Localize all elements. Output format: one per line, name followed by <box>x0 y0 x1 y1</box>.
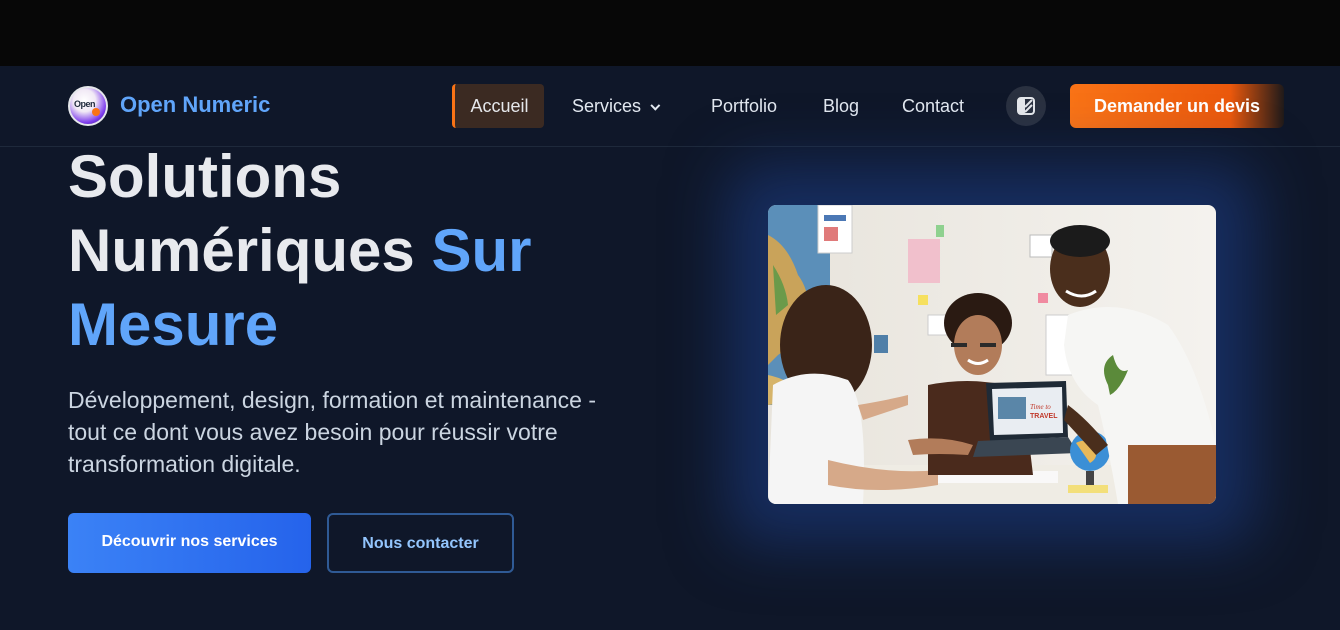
hero-title-line2: Numériques <box>68 217 415 284</box>
laptop-text-2: TRAVEL <box>1030 413 1058 420</box>
hero-title-line1: Solutions <box>68 143 342 210</box>
hero-title-accent-1: Sur <box>431 217 532 284</box>
laptop-text-1: Time to <box>1030 403 1051 411</box>
theme-toggle-button[interactable] <box>1006 86 1046 126</box>
team-meeting-photo: Time to TRAVEL <box>768 205 1216 504</box>
contact-us-button[interactable]: Nous contacter <box>327 513 514 573</box>
hero-title-accent-2: Mesure <box>68 291 279 358</box>
hero-image: Time to TRAVEL <box>768 205 1216 504</box>
browser-top-strip <box>0 0 1340 66</box>
nav-item-services[interactable]: Services <box>572 84 661 128</box>
request-quote-button[interactable]: Demander un devis <box>1070 84 1284 128</box>
nav-item-accueil[interactable]: Accueil <box>452 84 544 128</box>
nav-item-blog[interactable]: Blog <box>823 84 859 128</box>
navbar: Open Open Numeric Accueil Services Portf… <box>0 66 1340 147</box>
nav-item-contact[interactable]: Contact <box>902 84 964 128</box>
logo-text: Open <box>74 99 96 109</box>
brand-name[interactable]: Open Numeric <box>120 92 270 118</box>
theme-toggle-icon <box>1017 97 1035 115</box>
logo-dot-icon <box>92 108 100 116</box>
hero-title: Solutions Numériques Sur Mesure <box>68 140 628 362</box>
chevron-down-icon <box>650 100 661 111</box>
nav-item-portfolio[interactable]: Portfolio <box>711 84 777 128</box>
discover-services-button[interactable]: Découvrir nos services <box>68 513 311 573</box>
hero-subtitle: Développement, design, formation et main… <box>68 387 597 477</box>
brand-logo[interactable]: Open <box>68 86 108 126</box>
nav-item-services-label: Services <box>572 96 642 116</box>
